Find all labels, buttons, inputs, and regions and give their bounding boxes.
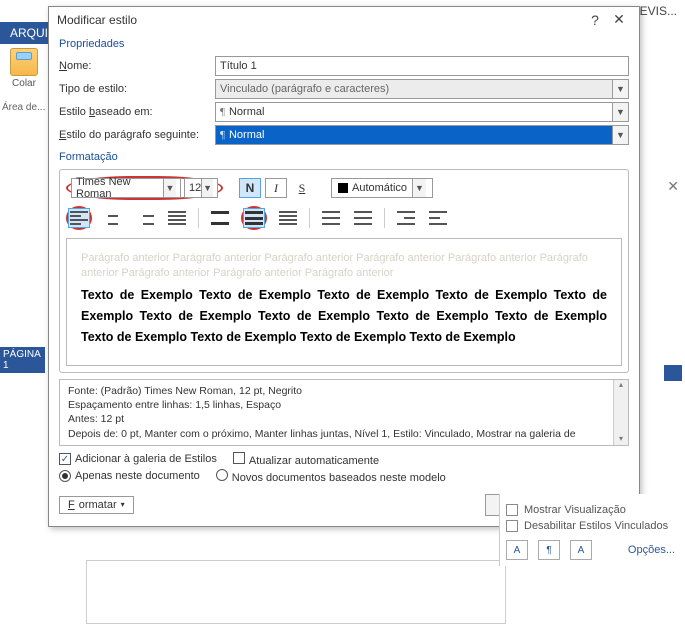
indent-inc-button[interactable]	[427, 208, 449, 228]
space-before-inc-button[interactable]	[320, 208, 342, 228]
font-group-highlight: Times New Roman▼ 12▼	[66, 176, 223, 200]
align-left-highlight	[66, 206, 92, 230]
side-badge	[664, 365, 682, 381]
label-name: Nome:	[59, 60, 209, 72]
clipboard-group-label: Área de...	[2, 102, 45, 113]
font-size-select[interactable]: 12▼	[184, 178, 218, 198]
paste-icon[interactable]	[10, 48, 38, 76]
document-page	[86, 560, 506, 624]
bold-button[interactable]: N	[239, 178, 261, 198]
format-menu-button[interactable]: Formatar▾	[59, 496, 134, 514]
spacing-highlight	[241, 206, 267, 230]
label-based-on: Estilo baseado em:	[59, 106, 209, 118]
style-inspector-button[interactable]: ¶	[538, 540, 560, 560]
chevron-down-icon: ▼	[612, 80, 628, 98]
align-center-button[interactable]	[102, 208, 124, 228]
style-type-select: Vinculado (parágrafo e caracteres)▼	[215, 79, 629, 99]
disable-linked-checkbox[interactable]: Desabilitar Estilos Vinculados	[506, 520, 675, 532]
indent-dec-button[interactable]	[395, 208, 417, 228]
label-following: Estilo do parágrafo seguinte:	[59, 129, 209, 141]
align-left-button[interactable]	[68, 208, 90, 228]
auto-update-checkbox[interactable]: Atualizar automaticamente	[233, 452, 379, 467]
spacing-2-button[interactable]	[277, 208, 299, 228]
underline-button[interactable]: S	[291, 178, 313, 198]
manage-styles-button[interactable]: A	[570, 540, 592, 560]
styles-pane-close[interactable]: ✕	[667, 178, 679, 195]
font-color-select[interactable]: Automático▼	[331, 178, 433, 198]
font-name-select[interactable]: Times New Roman▼	[71, 178, 181, 198]
name-input[interactable]: Título 1	[215, 56, 629, 76]
align-right-button[interactable]	[134, 208, 156, 228]
label-style-type: Tipo de estilo:	[59, 83, 209, 95]
show-preview-checkbox[interactable]: Mostrar Visualização	[506, 504, 675, 516]
preview-ghost: Parágrafo anterior Parágrafo anterior Pa…	[81, 251, 607, 281]
spacing-15-button[interactable]	[243, 208, 265, 228]
status-page: PÁGINA 1	[0, 347, 45, 373]
spacing-1-button[interactable]	[209, 208, 231, 228]
close-button[interactable]: ✕	[607, 11, 631, 28]
align-justify-button[interactable]	[166, 208, 188, 228]
preview-box: Parágrafo anterior Parágrafo anterior Pa…	[66, 238, 622, 366]
chevron-down-icon[interactable]: ▼	[612, 103, 628, 121]
styles-pane: Mostrar Visualização Desabilitar Estilos…	[499, 494, 681, 566]
format-box: Times New Roman▼ 12▼ N I S Automático▼	[59, 169, 629, 373]
only-doc-radio[interactable]: Apenas neste documento	[59, 470, 200, 482]
help-button[interactable]: ?	[583, 12, 607, 28]
scrollbar[interactable]	[613, 380, 628, 445]
styles-options-link[interactable]: Opções...	[628, 544, 675, 556]
space-before-dec-button[interactable]	[352, 208, 374, 228]
new-style-button[interactable]: A	[506, 540, 528, 560]
dialog-title: Modificar estilo	[57, 13, 583, 27]
style-description: Fonte: (Padrão) Times New Roman, 12 pt, …	[59, 379, 629, 446]
paste-label: Colar	[6, 78, 42, 89]
based-on-select[interactable]: ¶Normal▼	[215, 102, 629, 122]
add-gallery-checkbox[interactable]: ✓Adicionar à galeria de Estilos	[59, 453, 217, 466]
section-properties: Propriedades	[59, 38, 629, 50]
chevron-down-icon[interactable]: ▼	[612, 126, 628, 144]
section-format: Formatação	[59, 151, 629, 163]
italic-button[interactable]: I	[265, 178, 287, 198]
following-select[interactable]: ¶Normal▼	[215, 125, 629, 145]
new-docs-radio[interactable]: Novos documentos baseados neste modelo	[216, 469, 446, 484]
modify-style-dialog: Modificar estilo ? ✕ Propriedades Nome: …	[48, 6, 640, 527]
preview-sample: Texto de Exemplo Texto de Exemplo Texto …	[81, 285, 607, 349]
